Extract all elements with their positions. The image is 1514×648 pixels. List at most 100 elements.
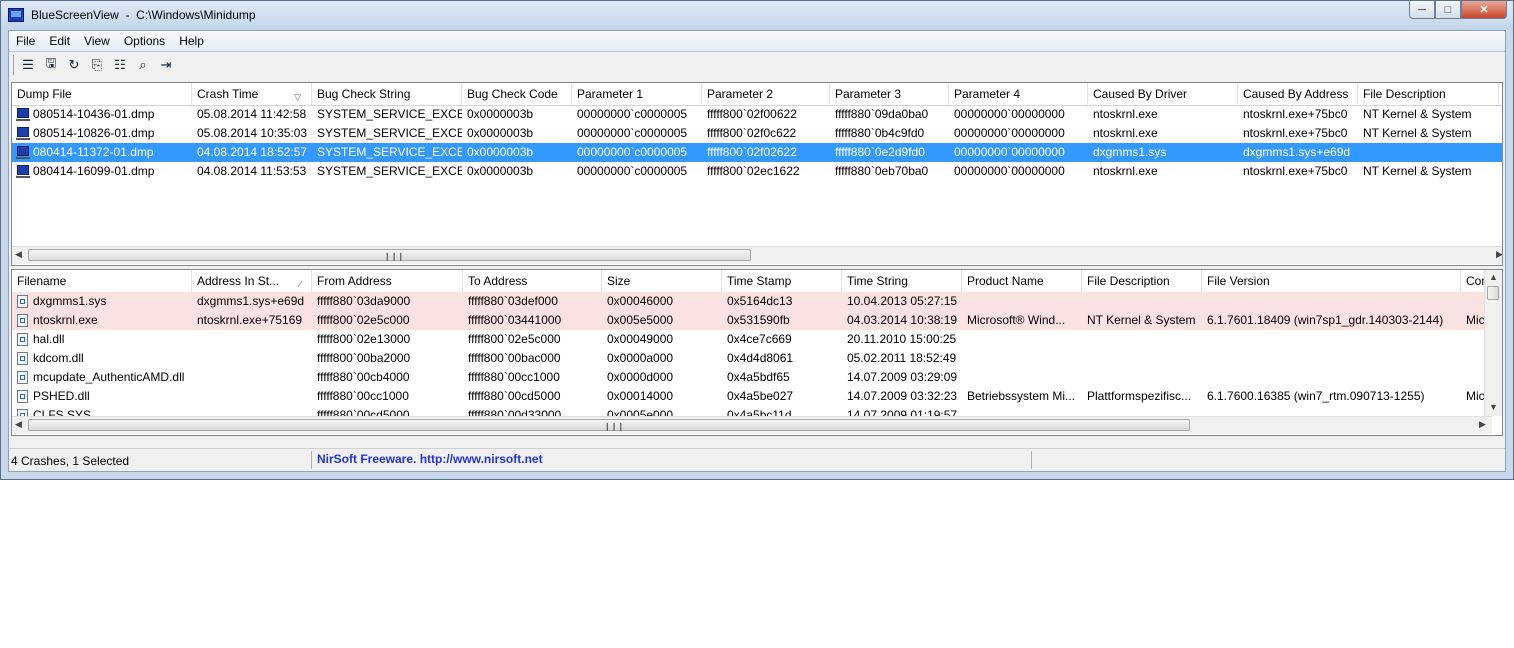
column-header-label: Size — [607, 274, 631, 288]
properties-icon: ☰ — [22, 57, 34, 72]
cell-filename: PSHED.dll — [12, 387, 192, 406]
column-header-parameter-2[interactable]: Parameter 2 — [702, 83, 830, 105]
table-row[interactable]: 080514-10436-01.dmp 05.08.2014 11:42:58 SY… — [12, 105, 1502, 124]
cell-size: 0x00046000 — [602, 292, 722, 311]
driver-file-icon — [17, 371, 28, 384]
column-header-bug-check-string[interactable]: Bug Check String — [312, 83, 462, 105]
cell-parameter-4: 00000000`00000000 — [949, 124, 1088, 143]
table-row[interactable]: dxgmms1.sys dxgmms1.sys+e69d fffff880`03da… — [12, 292, 1502, 311]
client-area: File Edit View Options Help ☰ 🖫 ↻ ⎘ ☷ ⌕ ⇥ Dump Fil… — [8, 30, 1506, 472]
cell-time-string: 14.07.2009 03:32:23 — [842, 387, 962, 406]
drivers-hscrollbar[interactable]: ◀ ❙❙❙ ▶ — [12, 416, 1492, 434]
column-header-crash-time[interactable]: Crash Time ▽ — [192, 83, 312, 105]
cell-file-description — [1082, 349, 1202, 368]
crash-dumps-hscrollbar[interactable]: ◀ ❙❙❙ ▶ — [12, 246, 1502, 264]
menu-help[interactable]: Help — [172, 31, 211, 51]
column-header-to-address[interactable]: To Address — [463, 270, 602, 292]
column-header-file-description[interactable]: File Description — [1358, 83, 1499, 105]
save-button[interactable]: 🖫 — [41, 55, 61, 75]
cell-file-description — [1082, 368, 1202, 387]
cell-text: 6.1.7601.18409 (win7sp1_gdr.140303-2144) — [1207, 313, 1444, 327]
cell-text: 00000000`c0000005 — [577, 145, 688, 159]
cell-time-string: 04.03.2014 10:38:19 — [842, 311, 962, 330]
scroll-right-icon[interactable]: ▶ — [1496, 249, 1502, 260]
column-header-file-description[interactable]: File Description — [1082, 270, 1202, 292]
hscroll-thumb[interactable]: ❙❙❙ — [28, 419, 1190, 431]
find-icon: ⌕ — [139, 57, 147, 72]
vscroll-thumb[interactable] — [1487, 286, 1499, 300]
cell-from-address: fffff800`02e5c000 — [312, 311, 463, 330]
nirsoft-link[interactable]: NirSoft Freeware. http://www.nirsoft.net — [317, 452, 543, 466]
cell-parameter-1: 00000000`c0000005 — [572, 143, 702, 162]
menu-options[interactable]: Options — [117, 31, 172, 51]
table-row[interactable]: 080414-16099-01.dmp 04.08.2014 11:53:53 SY… — [12, 162, 1502, 181]
column-header-dump-file[interactable]: Dump File — [12, 83, 192, 105]
scroll-left-icon[interactable]: ◀ — [15, 419, 22, 430]
column-header-file-version[interactable]: File Version — [1202, 270, 1461, 292]
table-row[interactable]: mcupdate_AuthenticAMD.dll fffff880`00cb40… — [12, 368, 1502, 387]
table-row[interactable]: ntoskrnl.exe ntoskrnl.exe+75169 fffff800`0… — [12, 311, 1502, 330]
drivers-vscrollbar[interactable]: ▲ ▼ — [1484, 270, 1502, 416]
cell-text: ntoskrnl.exe — [33, 313, 98, 327]
find-button[interactable]: ⌕ — [133, 55, 153, 75]
column-header-p[interactable]: P — [1499, 83, 1502, 105]
cell-time-stamp: 0x4a5be027 — [722, 387, 842, 406]
cell-to-address: fffff800`03441000 — [463, 311, 602, 330]
hscroll-thumb[interactable]: ❙❙❙ — [28, 249, 751, 261]
maximize-button[interactable]: □ — [1435, 1, 1461, 19]
cell-text: ntoskrnl.exe — [1093, 107, 1158, 121]
column-header-bug-check-code[interactable]: Bug Check Code — [462, 83, 572, 105]
copy-button[interactable]: ⎘ — [87, 55, 107, 75]
column-header-address-in-st[interactable]: Address In St... ∕ — [192, 270, 312, 292]
table-row[interactable]: 080414-11372-01.dmp 04.08.2014 18:52:57 SY… — [12, 143, 1502, 162]
scroll-left-icon[interactable]: ◀ — [15, 249, 22, 260]
properties-button[interactable]: ☰ — [18, 55, 38, 75]
cell-size: 0x0000d000 — [602, 368, 722, 387]
column-header-filename[interactable]: Filename — [12, 270, 192, 292]
exit-button[interactable]: ⇥ — [156, 55, 176, 75]
driver-file-icon — [17, 314, 28, 327]
cell-product-name — [962, 349, 1082, 368]
column-header-parameter-3[interactable]: Parameter 3 — [830, 83, 949, 105]
table-row[interactable]: PSHED.dll fffff880`00cc1000 fffff880`00cd5… — [12, 387, 1502, 406]
table-row[interactable]: hal.dll fffff800`02e13000 fffff800`02e5c00… — [12, 330, 1502, 349]
crash-dumps-list[interactable]: Dump File Crash Time ▽ Bug Check String Bug … — [11, 82, 1503, 266]
scroll-up-icon[interactable]: ▲ — [1489, 272, 1498, 282]
cell-to-address: fffff880`03def000 — [463, 292, 602, 311]
column-header-product-name[interactable]: Product Name — [962, 270, 1082, 292]
menu-edit[interactable]: Edit — [42, 31, 77, 51]
cell-text: dxgmms1.sys+e69d — [197, 294, 305, 308]
title-bar[interactable]: BlueScreenView - C:\Windows\Minidump ─ □… — [1, 1, 1513, 30]
cell-p — [1499, 143, 1502, 162]
loaded-drivers-list[interactable]: Filename Address In St... ∕ From Address To … — [11, 269, 1503, 436]
status-divider — [1031, 451, 1032, 469]
html-report-button[interactable]: ☷ — [110, 55, 130, 75]
cell-file-description: NT Kernel & System — [1082, 311, 1202, 330]
crash-dumps-header: Dump File Crash Time ▽ Bug Check String Bug … — [12, 83, 1502, 106]
cell-parameter-1: 00000000`c0000005 — [572, 162, 702, 181]
table-row[interactable]: 080514-10826-01.dmp 05.08.2014 10:35:03 SY… — [12, 124, 1502, 143]
column-header-from-address[interactable]: From Address — [312, 270, 463, 292]
minimize-button[interactable]: ─ — [1409, 1, 1435, 19]
close-button[interactable]: ✕ — [1461, 1, 1507, 19]
refresh-button[interactable]: ↻ — [64, 55, 84, 75]
cell-text: 0x00046000 — [607, 294, 674, 308]
menu-file[interactable]: File — [9, 31, 42, 51]
html-report-icon: ☷ — [114, 57, 126, 72]
cell-text: 00000000`00000000 — [954, 126, 1065, 140]
table-row[interactable]: kdcom.dll fffff800`00ba2000 fffff800`00bac… — [12, 349, 1502, 368]
menu-view[interactable]: View — [77, 31, 117, 51]
scroll-right-icon[interactable]: ▶ — [1479, 419, 1486, 430]
column-header-caused-by-address[interactable]: Caused By Address — [1238, 83, 1358, 105]
column-header-caused-by-driver[interactable]: Caused By Driver — [1088, 83, 1238, 105]
cell-text: fffff800`02e13000 — [317, 332, 411, 346]
scroll-down-icon[interactable]: ▼ — [1489, 402, 1498, 412]
cell-text: 04.08.2014 11:53:53 — [197, 164, 307, 178]
cell-text: ntoskrnl.exe+75bc0 — [1243, 107, 1348, 121]
column-header-time-string[interactable]: Time String — [842, 270, 962, 292]
column-header-parameter-1[interactable]: Parameter 1 — [572, 83, 702, 105]
column-header-time-stamp[interactable]: Time Stamp — [722, 270, 842, 292]
window-controls: ─ □ ✕ — [1409, 1, 1507, 21]
column-header-parameter-4[interactable]: Parameter 4 — [949, 83, 1088, 105]
column-header-size[interactable]: Size — [602, 270, 722, 292]
